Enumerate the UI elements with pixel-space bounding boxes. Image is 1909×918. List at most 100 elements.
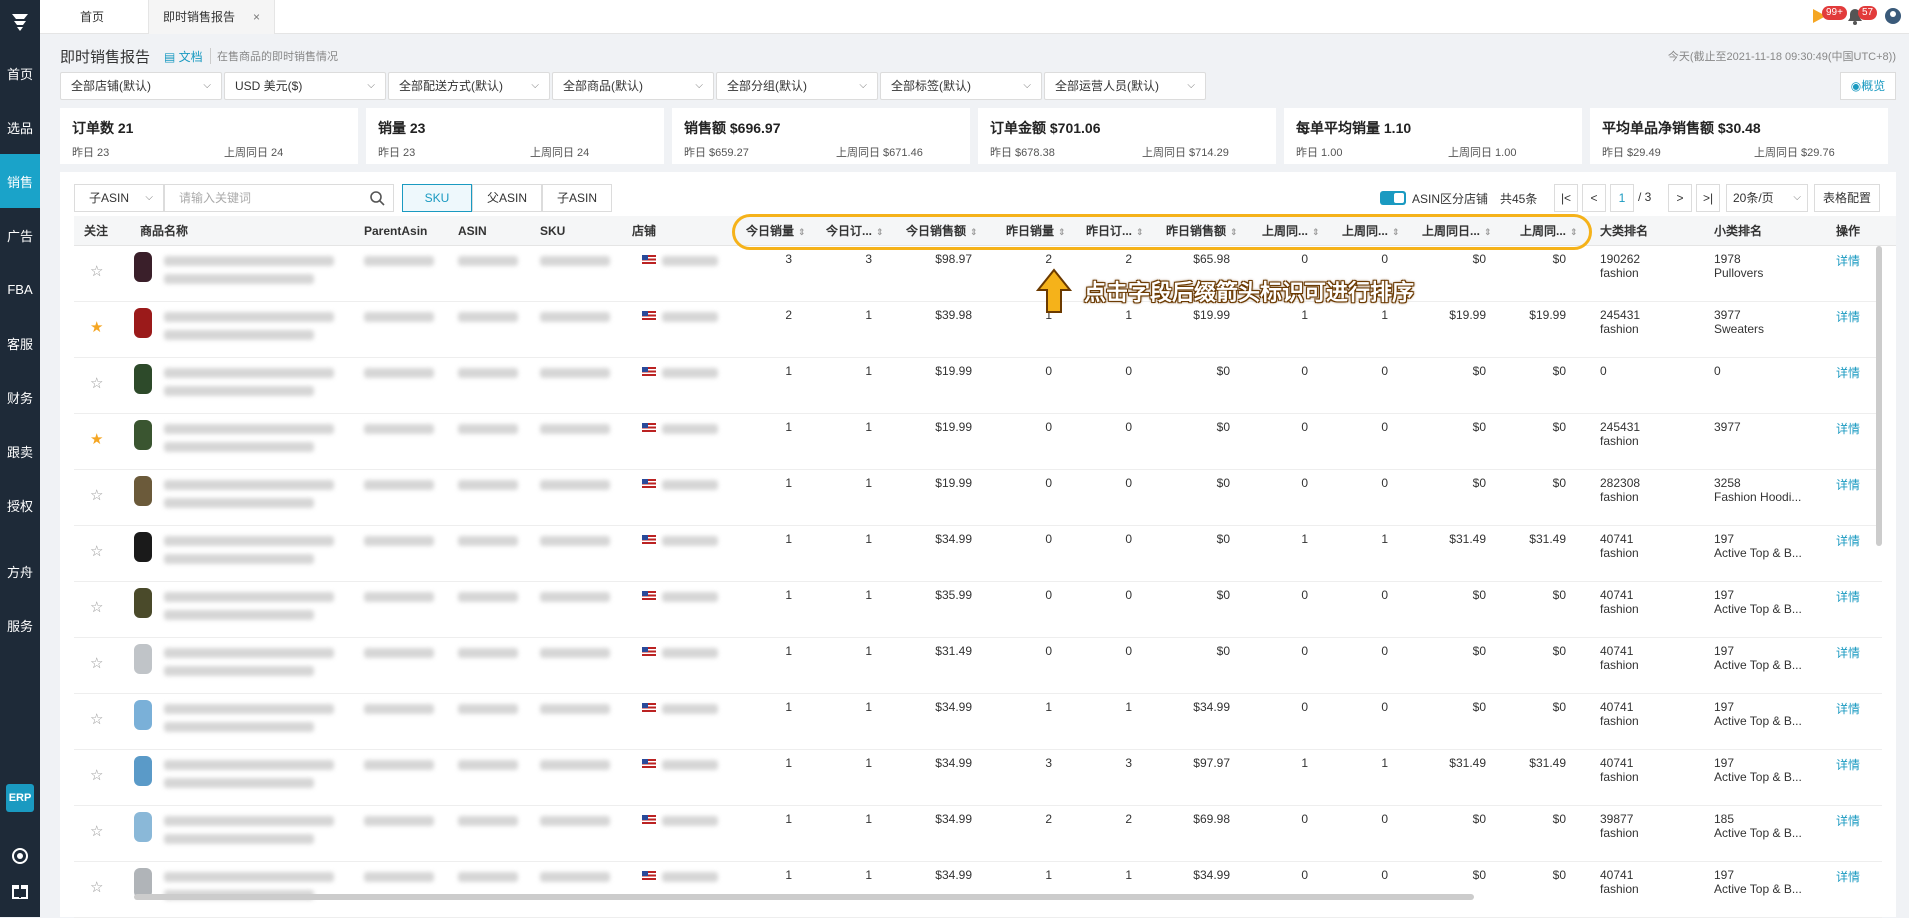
filter-operator[interactable]: 全部运营人员(默认) ⌵ [1044, 72, 1206, 100]
table-row[interactable]: ☆ 1 1 $35.99 0 0 $0 0 0 $0 $0 40741 fashion 197 Active… [74, 582, 1882, 638]
filter-group[interactable]: 全部分组(默认) ⌵ [716, 72, 878, 100]
column-header[interactable]: 昨日销售额 ⇕ [1166, 216, 1260, 246]
vertical-scrollbar[interactable] [1876, 246, 1882, 546]
flag-icon[interactable]: 99+ [1810, 6, 1847, 28]
star-icon[interactable]: ☆ [90, 262, 103, 280]
sidebar-item-sales[interactable]: 销售 [0, 154, 40, 208]
table-row[interactable]: ☆ 1 1 $34.99 2 2 $69.98 0 0 $0 $0 39877 fashion 185 Ac… [74, 806, 1882, 862]
sidebar-item-fba[interactable]: FBA [0, 262, 40, 316]
detail-link[interactable]: 详情 [1836, 700, 1860, 717]
sidebar-item-ads[interactable]: 广告 [0, 208, 40, 262]
prev-page-button[interactable]: < [1582, 184, 1606, 212]
sidebar-item-ark[interactable]: 方舟 [0, 544, 40, 598]
column-header[interactable]: 今日销售额 ⇕ [906, 216, 1004, 246]
column-header[interactable]: 上周同... ⇕ [1262, 216, 1340, 246]
detail-link[interactable]: 详情 [1836, 812, 1860, 829]
column-header[interactable]: 上周同日... ⇕ [1422, 216, 1518, 246]
star-icon[interactable]: ☆ [90, 598, 103, 616]
detail-link[interactable]: 详情 [1836, 252, 1860, 269]
erp-button[interactable]: ERP [6, 784, 34, 812]
star-filled-icon[interactable]: ★ [90, 430, 103, 448]
search-input[interactable]: 请输入关键词 [164, 184, 394, 212]
detail-link[interactable]: 详情 [1836, 308, 1860, 325]
filter-product[interactable]: 全部商品(默认) ⌵ [552, 72, 714, 100]
asin-type-select[interactable]: 子ASIN ⌵ [74, 184, 164, 212]
sidebar-item-selection[interactable]: 选品 [0, 100, 40, 154]
filter-tag[interactable]: 全部标签(默认) ⌵ [880, 72, 1042, 100]
table-row[interactable]: ☆ 1 1 $34.99 1 1 $34.99 0 0 $0 $0 40741 fashion 197 Ac… [74, 862, 1882, 918]
bell-icon[interactable]: 57 [1846, 6, 1878, 28]
detail-link[interactable]: 详情 [1836, 364, 1860, 381]
close-icon[interactable]: × [253, 10, 260, 24]
doc-link[interactable]: ▤ 文档 [164, 48, 203, 65]
star-icon[interactable]: ☆ [90, 542, 103, 560]
table-row[interactable]: ☆ 1 1 $19.99 0 0 $0 0 0 $0 $0 282308 fashion 3258 Fash… [74, 470, 1882, 526]
detail-link[interactable]: 详情 [1836, 588, 1860, 605]
overview-button[interactable]: ◉概览 [1840, 72, 1896, 100]
sort-icon[interactable]: ⇕ [1484, 227, 1492, 237]
table-config-button[interactable]: 表格配置 [1814, 184, 1880, 212]
table-row[interactable]: ☆ 1 1 $19.99 0 0 $0 0 0 $0 $0 0 0 详情 [74, 358, 1882, 414]
table-row[interactable]: ★ 2 1 $39.98 1 1 $19.99 1 1 $19.99 $19.99 245431 fas… [74, 302, 1882, 358]
sort-icon[interactable]: ⇕ [1570, 227, 1578, 237]
filter-currency[interactable]: USD 美元($) ⌵ [224, 72, 386, 100]
sidebar-item-auth[interactable]: 授权 [0, 478, 40, 532]
filter-delivery[interactable]: 全部配送方式(默认) ⌵ [388, 72, 550, 100]
tab-sales-report[interactable]: 即时销售报告 × [148, 0, 276, 34]
column-header[interactable]: 昨日订... ⇕ [1086, 216, 1164, 246]
star-icon[interactable]: ☆ [90, 710, 103, 728]
star-icon[interactable]: ☆ [90, 654, 103, 672]
sort-icon[interactable]: ⇕ [1312, 227, 1320, 237]
help-icon[interactable] [10, 846, 30, 866]
search-icon[interactable] [369, 190, 385, 206]
detail-link[interactable]: 详情 [1836, 644, 1860, 661]
column-header[interactable]: 今日订... ⇕ [826, 216, 904, 246]
sort-icon[interactable]: ⇕ [798, 227, 806, 237]
table-row[interactable]: ☆ 1 1 $34.99 0 0 $0 1 1 $31.49 $31.49 40741 fashion 1… [74, 526, 1882, 582]
star-icon[interactable]: ☆ [90, 878, 103, 896]
horizontal-scrollbar[interactable] [134, 894, 1474, 900]
sidebar-item-home[interactable]: 首页 [0, 46, 40, 100]
next-page-button[interactable]: > [1668, 184, 1692, 212]
star-icon[interactable]: ☆ [90, 374, 103, 392]
column-header[interactable]: 昨日销量 ⇕ [1006, 216, 1084, 246]
detail-link[interactable]: 详情 [1836, 756, 1860, 773]
sort-icon[interactable]: ⇕ [1392, 227, 1400, 237]
sidebar-item-follow[interactable]: 跟卖 [0, 424, 40, 478]
avatar[interactable] [1884, 7, 1902, 28]
seg-sku[interactable]: SKU [402, 184, 472, 212]
column-header[interactable]: 上周同... ⇕ [1520, 216, 1598, 246]
app-logo-icon[interactable] [0, 0, 40, 44]
sidebar-item-service[interactable]: 客服 [0, 316, 40, 370]
sort-icon[interactable]: ⇕ [1230, 227, 1238, 237]
filter-store[interactable]: 全部店铺(默认) ⌵ [60, 72, 222, 100]
star-filled-icon[interactable]: ★ [90, 318, 103, 336]
star-icon[interactable]: ☆ [90, 486, 103, 504]
detail-link[interactable]: 详情 [1836, 868, 1860, 885]
star-icon[interactable]: ☆ [90, 822, 103, 840]
sidebar-item-services[interactable]: 服务 [0, 598, 40, 652]
detail-link[interactable]: 详情 [1836, 420, 1860, 437]
asin-store-toggle[interactable] [1380, 191, 1406, 205]
table-row[interactable]: ☆ 1 1 $31.49 0 0 $0 0 0 $0 $0 40741 fashion 197 Active… [74, 638, 1882, 694]
star-icon[interactable]: ☆ [90, 766, 103, 784]
column-header[interactable]: 上周同... ⇕ [1342, 216, 1420, 246]
last-page-button[interactable]: >| [1696, 184, 1720, 212]
sort-icon[interactable]: ⇕ [1058, 227, 1066, 237]
table-row[interactable]: ☆ 1 1 $34.99 3 3 $97.97 1 1 $31.49 $31.49 40741 fash… [74, 750, 1882, 806]
sidebar-item-finance[interactable]: 财务 [0, 370, 40, 424]
tab-home[interactable]: 首页 [66, 0, 118, 34]
seg-child-asin[interactable]: 子ASIN [542, 184, 612, 212]
sort-icon[interactable]: ⇕ [876, 227, 884, 237]
first-page-button[interactable]: |< [1554, 184, 1578, 212]
sort-icon[interactable]: ⇕ [1136, 227, 1144, 237]
detail-link[interactable]: 详情 [1836, 532, 1860, 549]
table-row[interactable]: ★ 1 1 $19.99 0 0 $0 0 0 $0 $0 245431 fashion 3977 详情 [74, 414, 1882, 470]
gift-icon[interactable] [10, 880, 30, 900]
column-header[interactable]: 今日销量 ⇕ [746, 216, 824, 246]
table-row[interactable]: ☆ 1 1 $34.99 1 1 $34.99 0 0 $0 $0 40741 fashion 197 Ac… [74, 694, 1882, 750]
detail-link[interactable]: 详情 [1836, 476, 1860, 493]
sort-icon[interactable]: ⇕ [970, 227, 978, 237]
seg-parent-asin[interactable]: 父ASIN [472, 184, 542, 212]
table-row[interactable]: ☆ 3 3 $98.97 2 2 $65.98 0 0 $0 $0 190262 fashion 1978… [74, 246, 1882, 302]
